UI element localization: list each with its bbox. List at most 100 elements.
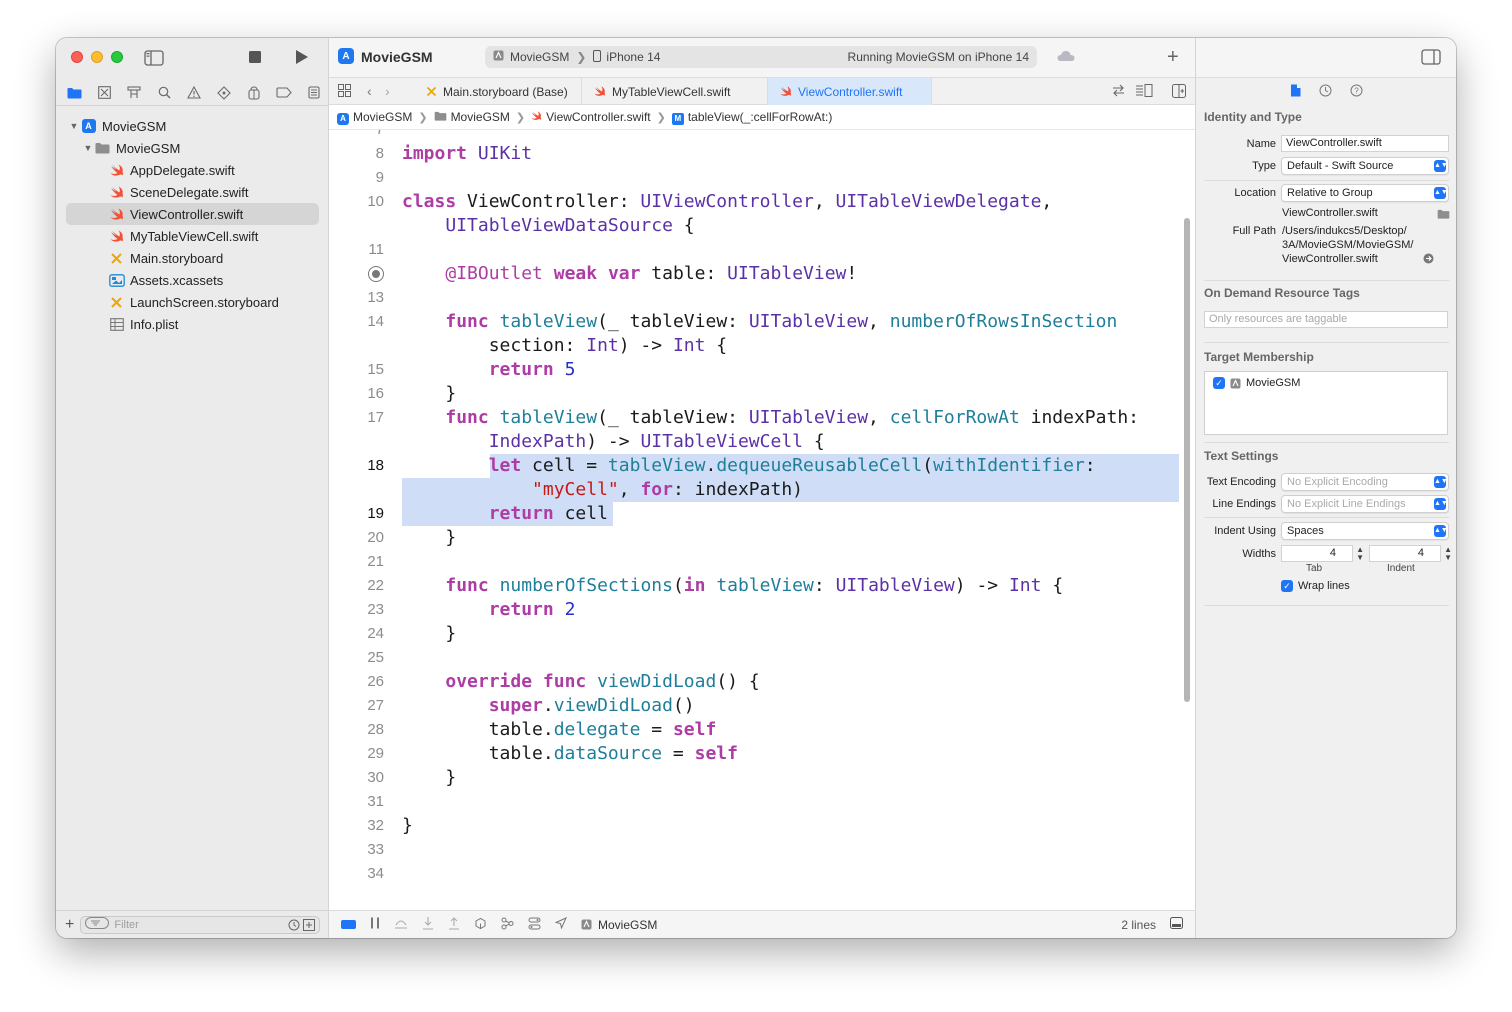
editor-scrollbar[interactable] bbox=[1184, 218, 1190, 702]
line-number[interactable]: 10 bbox=[329, 190, 384, 214]
code-line[interactable]: 26 override func viewDidLoad() { bbox=[329, 670, 1179, 694]
code-line[interactable]: 29 table.dataSource = self bbox=[329, 742, 1179, 766]
project-navigator-icon[interactable] bbox=[65, 84, 83, 102]
type-popup[interactable]: Default - Swift Source ▲▼ bbox=[1281, 157, 1449, 175]
grid-icon[interactable] bbox=[338, 84, 351, 100]
code-line[interactable]: UITableViewDataSource { bbox=[329, 214, 1179, 238]
split-editor-icon[interactable] bbox=[1172, 84, 1186, 101]
inspector-toggle-icon[interactable] bbox=[1421, 49, 1441, 68]
code-line[interactable]: 19 return cell bbox=[329, 502, 1179, 526]
code-line[interactable]: @IBOutlet weak var table: UITableView! bbox=[329, 262, 1179, 286]
add-icon[interactable]: + bbox=[1167, 46, 1179, 69]
code-line[interactable]: 14 func tableView(_ tableView: UITableVi… bbox=[329, 310, 1179, 334]
minimap-icon[interactable] bbox=[1170, 917, 1183, 932]
indent-width-field[interactable]: 4 ▲ ▼ bbox=[1369, 545, 1452, 562]
tree-item-file[interactable]: Main.storyboard bbox=[56, 247, 329, 269]
line-number[interactable]: 17 bbox=[329, 406, 384, 430]
location-icon[interactable] bbox=[554, 917, 567, 932]
stepper-icon[interactable]: ▲ ▼ bbox=[1356, 546, 1364, 562]
step-over-icon[interactable] bbox=[394, 917, 408, 932]
line-number[interactable]: 31 bbox=[329, 790, 384, 814]
minimize-window-button[interactable] bbox=[91, 51, 103, 63]
resource-tags-field[interactable]: Only resources are taggable bbox=[1204, 311, 1448, 328]
tree-item-group[interactable]: ▼ MovieGSM bbox=[56, 137, 329, 159]
line-number[interactable]: 22 bbox=[329, 574, 384, 598]
scheme-selector[interactable]: MovieGSM bbox=[510, 50, 569, 64]
forward-icon[interactable]: › bbox=[385, 83, 390, 99]
code-line[interactable]: 18 let cell = tableView.dequeueReusableC… bbox=[329, 454, 1179, 478]
code-line[interactable]: 22 func numberOfSections(in tableView: U… bbox=[329, 574, 1179, 598]
source-control-navigator-icon[interactable] bbox=[95, 84, 113, 102]
line-number[interactable]: 8 bbox=[329, 142, 384, 166]
folder-icon[interactable] bbox=[1437, 208, 1450, 222]
line-endings-popup[interactable]: No Explicit Line Endings ▲▼ bbox=[1281, 495, 1449, 513]
tree-item-file[interactable]: Info.plist bbox=[56, 313, 329, 335]
line-number[interactable]: 30 bbox=[329, 766, 384, 790]
line-number[interactable]: 16 bbox=[329, 382, 384, 406]
zoom-window-button[interactable] bbox=[111, 51, 123, 63]
help-inspector-icon[interactable]: ? bbox=[1350, 84, 1363, 100]
code-line[interactable]: 13 bbox=[329, 286, 1179, 310]
code-line[interactable]: 28 table.delegate = self bbox=[329, 718, 1179, 742]
tree-item-file[interactable]: Assets.xcassets bbox=[56, 269, 329, 291]
symbol-navigator-icon[interactable] bbox=[125, 84, 143, 102]
line-number[interactable]: 11 bbox=[329, 238, 384, 262]
code-line[interactable]: 27 super.viewDidLoad() bbox=[329, 694, 1179, 718]
code-line[interactable]: 31 bbox=[329, 790, 1179, 814]
checkbox-checked-icon[interactable]: ✓ bbox=[1281, 580, 1293, 592]
code-line[interactable]: "myCell", for: indexPath) bbox=[329, 478, 1179, 502]
code-line[interactable]: IndexPath) -> UITableViewCell { bbox=[329, 430, 1179, 454]
line-number[interactable]: 21 bbox=[329, 550, 384, 574]
tree-item-file[interactable]: LaunchScreen.storyboard bbox=[56, 291, 329, 313]
target-row[interactable]: ✓ MovieGSM bbox=[1213, 377, 1300, 389]
code-line[interactable]: 32} bbox=[329, 814, 1179, 838]
line-number[interactable]: 34 bbox=[329, 862, 384, 886]
line-number[interactable]: 14 bbox=[329, 310, 384, 334]
tree-item-file-selected[interactable]: ViewController.swift bbox=[66, 203, 319, 225]
code-line[interactable]: 25 bbox=[329, 646, 1179, 670]
tree-item-file[interactable]: MyTableViewCell.swift bbox=[56, 225, 329, 247]
reveal-arrow-icon[interactable] bbox=[1423, 253, 1434, 267]
editor-options-icon[interactable] bbox=[1135, 84, 1153, 100]
issue-navigator-icon[interactable] bbox=[185, 84, 203, 102]
outlet-connection-icon[interactable] bbox=[368, 266, 384, 282]
code-line[interactable]: 21 bbox=[329, 550, 1179, 574]
line-number[interactable]: 23 bbox=[329, 598, 384, 622]
swap-icon[interactable] bbox=[1112, 84, 1125, 100]
back-icon[interactable]: ‹ bbox=[367, 83, 372, 99]
line-number[interactable]: 26 bbox=[329, 670, 384, 694]
line-number[interactable]: 24 bbox=[329, 622, 384, 646]
jumpbar-project[interactable]: MovieGSM bbox=[353, 110, 412, 124]
report-navigator-icon[interactable] bbox=[305, 84, 323, 102]
code-line[interactable]: 10 class ViewController: UIViewController… bbox=[329, 190, 1179, 214]
line-number[interactable]: 18 bbox=[329, 454, 384, 478]
line-number[interactable]: 15 bbox=[329, 358, 384, 382]
line-number[interactable]: 7 bbox=[329, 130, 384, 142]
jumpbar-file[interactable]: ViewController.swift bbox=[546, 110, 650, 124]
breakpoint-navigator-icon[interactable] bbox=[275, 84, 293, 102]
line-number[interactable]: 20 bbox=[329, 526, 384, 550]
line-number[interactable]: 32 bbox=[329, 814, 384, 838]
environment-overrides-icon[interactable] bbox=[528, 917, 541, 933]
code-line[interactable]: 24 } bbox=[329, 622, 1179, 646]
close-window-button[interactable] bbox=[71, 51, 83, 63]
tab-mytableviewcell[interactable]: MyTableViewCell.swift bbox=[582, 78, 768, 105]
disclosure-open-icon[interactable]: ▼ bbox=[68, 121, 80, 131]
scm-filter-icon[interactable] bbox=[303, 918, 315, 931]
code-line[interactable]: 9 bbox=[329, 166, 1179, 190]
line-number[interactable]: 33 bbox=[329, 838, 384, 862]
code-line[interactable]: 20 } bbox=[329, 526, 1179, 550]
sidebar-toggle-icon[interactable] bbox=[144, 50, 164, 68]
tab-viewcontroller[interactable]: ViewController.swift bbox=[768, 78, 932, 105]
file-inspector-icon[interactable] bbox=[1290, 84, 1301, 100]
code-line[interactable]: 15 return 5 bbox=[329, 358, 1179, 382]
debug-area-toggle-icon[interactable] bbox=[341, 920, 356, 929]
code-line[interactable]: 33 bbox=[329, 838, 1179, 862]
history-inspector-icon[interactable] bbox=[1319, 84, 1332, 100]
filter-input[interactable]: Filter bbox=[80, 915, 320, 934]
add-icon[interactable]: + bbox=[65, 916, 74, 934]
code-line[interactable]: 7 bbox=[329, 130, 1179, 142]
code-line[interactable]: 8 import UIKit bbox=[329, 142, 1179, 166]
code-line[interactable]: 30 } bbox=[329, 766, 1179, 790]
stop-icon[interactable] bbox=[248, 50, 262, 66]
